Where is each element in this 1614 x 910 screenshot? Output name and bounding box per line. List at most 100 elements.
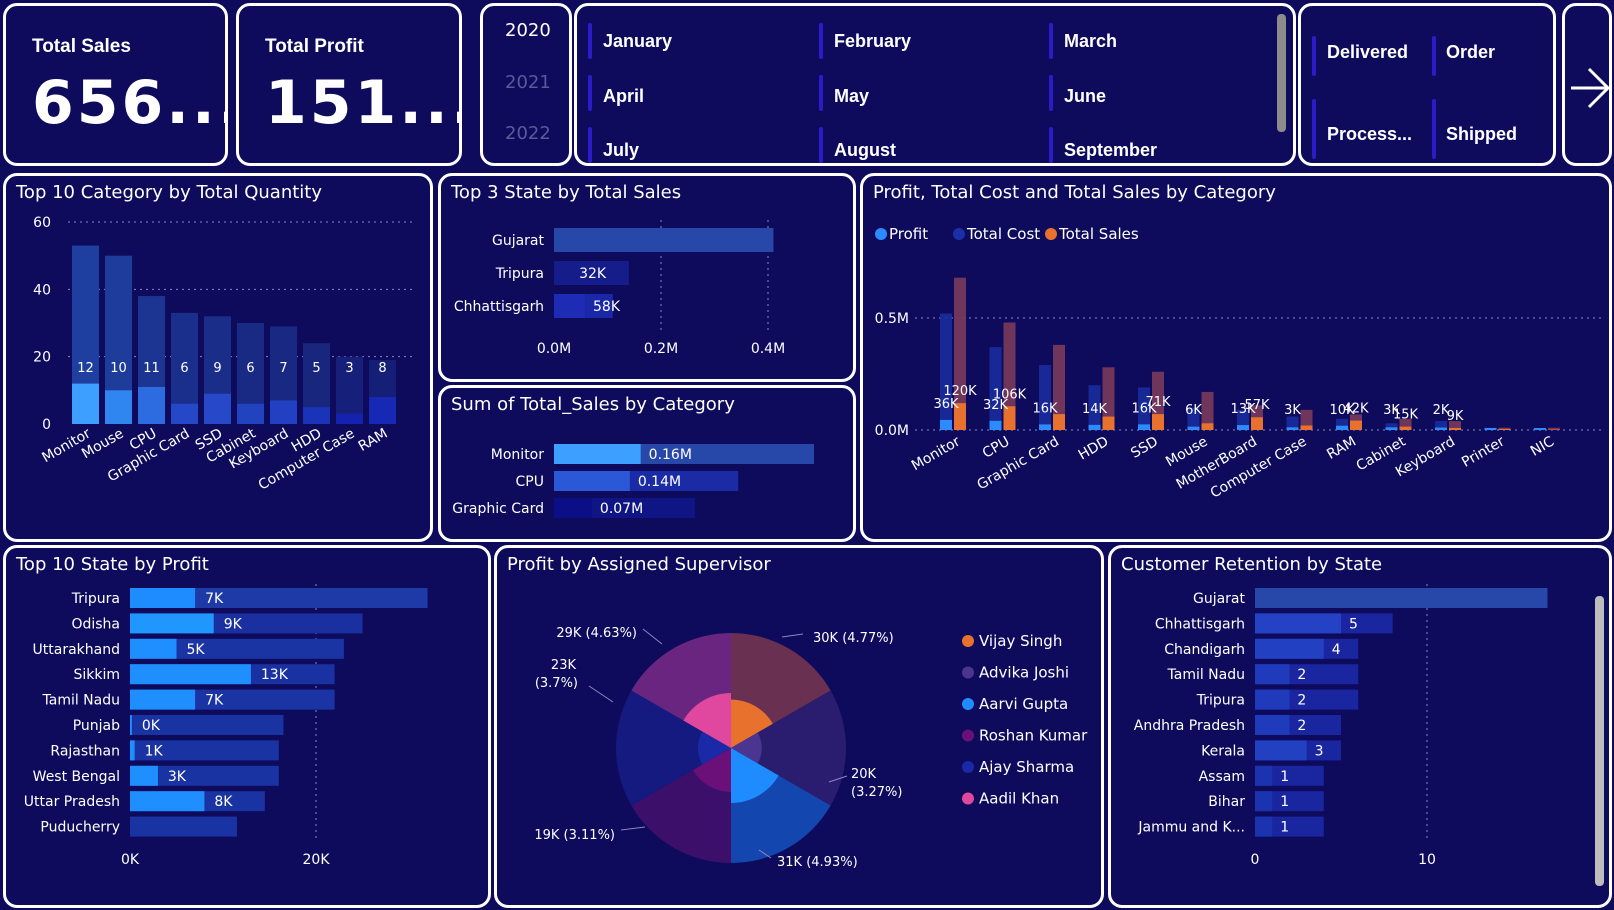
data-label: 1 bbox=[1280, 794, 1289, 810]
chart-title: Profit by Assigned Supervisor bbox=[507, 554, 771, 575]
month-option[interactable]: August bbox=[834, 140, 896, 161]
bar bbox=[171, 403, 198, 424]
y-tick-label: 20 bbox=[33, 350, 51, 366]
leader-line bbox=[781, 633, 804, 638]
bar-profit bbox=[989, 420, 1002, 430]
y-tick-label: Odisha bbox=[71, 616, 120, 632]
data-label: (3.7%) bbox=[535, 676, 578, 691]
y-tick-label: Rajasthan bbox=[50, 743, 120, 759]
bar bbox=[554, 498, 592, 518]
x-tick-label: RAM bbox=[356, 426, 391, 455]
y-tick-label: Chandigarh bbox=[1164, 642, 1245, 658]
panel-customer-retention: Customer Retention by State 0 10 Gujarat Ch… bbox=[1108, 545, 1612, 908]
data-label: 9K bbox=[1447, 409, 1464, 424]
arrow-right-icon bbox=[1571, 67, 1609, 109]
x-tick-label: 0.4M bbox=[751, 341, 785, 357]
legend-marker bbox=[962, 761, 974, 773]
month-option[interactable]: January bbox=[603, 31, 672, 52]
month-option[interactable]: July bbox=[603, 140, 639, 161]
bar-total-sales bbox=[1201, 423, 1214, 430]
status-marker bbox=[1312, 36, 1316, 76]
status-option[interactable]: Process... bbox=[1327, 124, 1412, 145]
legend-marker bbox=[962, 666, 974, 679]
bar-total bbox=[130, 816, 237, 837]
data-label: 15K bbox=[1393, 408, 1419, 423]
bar bbox=[130, 689, 196, 710]
sales-by-category-chart: Monitor 0.16M CPU 0.14M Graphic Card 0.07M bbox=[452, 444, 814, 518]
leader-line bbox=[642, 628, 663, 645]
kpi-card-total-profit: Total Profit 151.... bbox=[236, 3, 462, 166]
retention-scrollbar[interactable] bbox=[1595, 596, 1604, 886]
data-label: 9 bbox=[213, 361, 221, 376]
bar-profit bbox=[1039, 424, 1051, 430]
month-marker bbox=[588, 127, 592, 163]
bar bbox=[1255, 715, 1290, 735]
bar bbox=[138, 386, 165, 424]
bar bbox=[554, 228, 774, 252]
legend-marker bbox=[953, 228, 965, 240]
data-label: 3 bbox=[1315, 743, 1324, 759]
x-tick-label: Printer bbox=[1459, 433, 1508, 470]
legend-label: Roshan Kumar bbox=[979, 727, 1088, 745]
year-option-2022[interactable]: 2022 bbox=[505, 123, 551, 144]
data-label: 32K bbox=[579, 266, 607, 282]
month-option[interactable]: May bbox=[834, 86, 869, 107]
bar-profit bbox=[1138, 424, 1150, 430]
data-label: 0.16M bbox=[649, 447, 692, 463]
bar bbox=[1255, 664, 1290, 685]
data-label: 2 bbox=[1297, 693, 1306, 709]
bar bbox=[554, 294, 586, 318]
data-label: 14K bbox=[1082, 402, 1108, 417]
bar-total-sales bbox=[1350, 420, 1362, 430]
chart-title: Top 10 State by Profit bbox=[16, 554, 209, 575]
bar-profit bbox=[1385, 427, 1398, 430]
legend-label: Vijay Singh bbox=[979, 632, 1062, 650]
status-option[interactable]: Delivered bbox=[1327, 42, 1408, 63]
y-tick-label: Bihar bbox=[1208, 794, 1245, 810]
data-label: 42K bbox=[1343, 402, 1369, 417]
bar bbox=[72, 383, 99, 424]
x-tick-label: NIC bbox=[1528, 434, 1557, 460]
y-tick-label: Sikkim bbox=[73, 667, 120, 683]
data-label: 58K bbox=[593, 299, 621, 315]
y-tick-label: Andhra Pradesh bbox=[1134, 718, 1245, 734]
month-marker bbox=[588, 75, 592, 111]
y-tick-label: 60 bbox=[33, 215, 51, 231]
bar-profit bbox=[940, 419, 952, 430]
legend-marker bbox=[962, 729, 974, 742]
y-tick-label: Tamil Nadu bbox=[1167, 667, 1246, 683]
bar bbox=[1255, 816, 1273, 837]
y-tick-label: Tripura bbox=[495, 266, 544, 282]
month-option[interactable]: June bbox=[1064, 86, 1106, 107]
y-tick-label: CPU bbox=[516, 474, 544, 490]
y-tick-label: 0.5M bbox=[875, 311, 909, 327]
bar bbox=[130, 791, 205, 812]
data-label: 30K (4.77%) bbox=[813, 631, 894, 646]
year-option-2021[interactable]: 2021 bbox=[505, 72, 551, 93]
x-tick-label: SSD bbox=[1128, 434, 1161, 462]
legend-label: Profit bbox=[889, 225, 928, 243]
y-tick-label: Gujarat bbox=[492, 233, 545, 249]
profit-cost-sales-chart: Profit Total Cost Total Sales 0.0M 0.5M Monit… bbox=[875, 225, 1603, 502]
month-scrollbar[interactable] bbox=[1277, 14, 1286, 132]
month-option[interactable]: March bbox=[1064, 31, 1117, 52]
month-option[interactable]: February bbox=[834, 31, 911, 52]
year-option-2020[interactable]: 2020 bbox=[505, 20, 551, 41]
legend-label: Total Sales bbox=[1058, 225, 1139, 243]
month-option[interactable]: April bbox=[603, 86, 644, 107]
legend-label: Ajay Sharma bbox=[979, 758, 1074, 776]
y-tick-label: 0.0M bbox=[875, 423, 909, 439]
data-label: 36K bbox=[933, 397, 959, 412]
month-slicer: January February March April May June Ju… bbox=[574, 3, 1296, 166]
chart-title: Sum of Total_Sales by Category bbox=[451, 394, 735, 415]
status-option[interactable]: Shipped bbox=[1446, 124, 1517, 145]
leader-line bbox=[588, 685, 614, 703]
next-page-button[interactable] bbox=[1562, 3, 1612, 166]
x-tick-label: 10 bbox=[1418, 852, 1436, 868]
month-option[interactable]: September bbox=[1064, 140, 1157, 161]
status-slicer: Delivered Order Process... Shipped bbox=[1298, 3, 1556, 166]
legend-marker bbox=[1045, 228, 1057, 240]
status-option[interactable]: Order bbox=[1446, 42, 1495, 63]
y-tick-label: Jammu and K... bbox=[1137, 820, 1245, 836]
data-label: 106K bbox=[993, 387, 1027, 402]
